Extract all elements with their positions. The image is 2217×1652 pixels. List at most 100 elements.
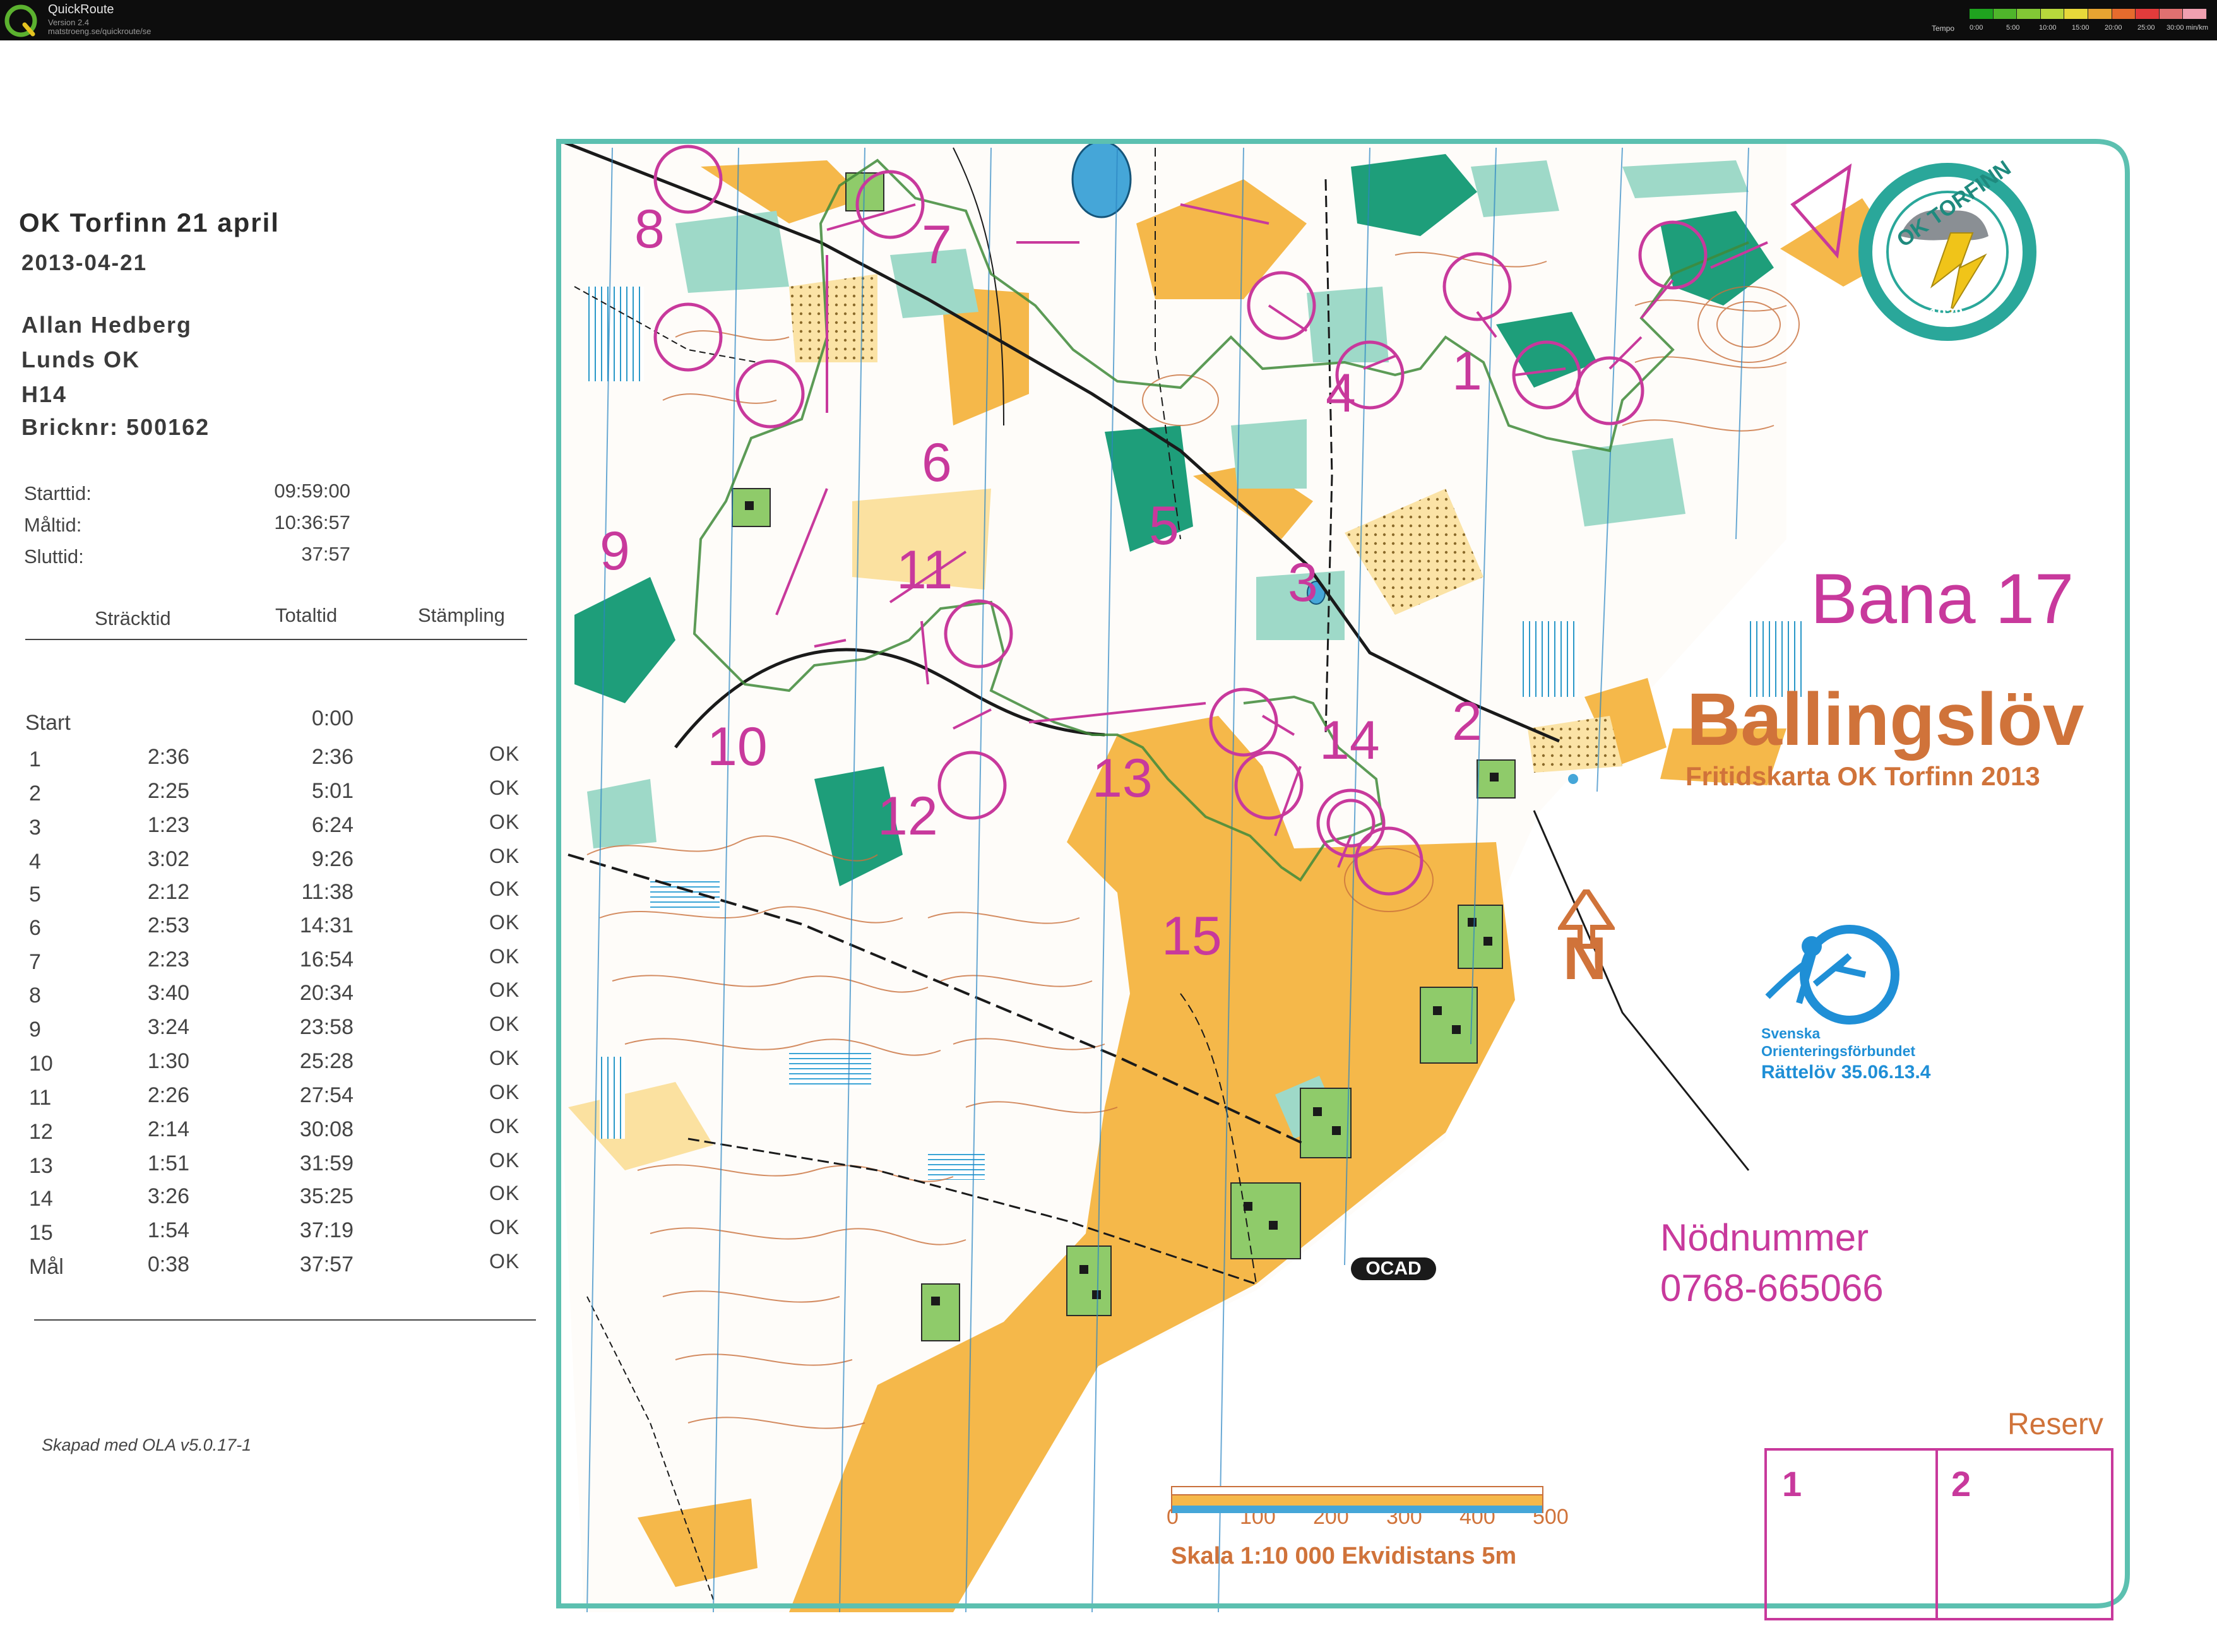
total-time: 23:58: [299, 1015, 354, 1039]
card-number: Bricknr: 500162: [21, 414, 210, 440]
start-time-label: Starttid:: [24, 482, 92, 504]
control-number-label: 2: [1452, 691, 1482, 752]
stamp-status: OK: [489, 1182, 520, 1204]
split-time: 3:24: [147, 1015, 189, 1039]
total-time: 37:57: [299, 1252, 354, 1276]
total-time: 27:54: [299, 1083, 354, 1107]
total-time: 37:19: [299, 1218, 354, 1242]
tempo-color-swatch: [1993, 9, 2018, 19]
split-control: 4: [29, 850, 41, 874]
tempo-tick: 25:00: [2137, 24, 2155, 32]
control-number-label: 3: [1288, 552, 1318, 613]
pond: [1568, 774, 1578, 784]
control-number-label: 7: [922, 215, 952, 275]
total-time: 31:59: [299, 1151, 354, 1175]
split-time: 1:51: [147, 1151, 189, 1175]
tempo-tick: 20:00: [2105, 24, 2122, 32]
split-control: 15: [29, 1221, 53, 1245]
split-time: 2:26: [147, 1083, 189, 1107]
course-title: Bana 17: [1810, 559, 2074, 638]
start-time-value: 09:59:00: [274, 480, 350, 502]
split-time: 2:36: [147, 745, 189, 769]
reserve-box-1: 1: [1782, 1464, 1802, 1504]
split-time: 2:14: [147, 1117, 189, 1141]
federation-name-line1: Svenska: [1761, 1025, 1821, 1042]
start-label: Start: [25, 711, 71, 735]
marsh: [789, 1050, 871, 1088]
split-time: 3:40: [147, 981, 189, 1005]
light-green: [1572, 438, 1685, 526]
light-green: [1622, 160, 1749, 198]
stamp-status: OK: [489, 945, 520, 968]
total-time: 30:08: [299, 1117, 354, 1141]
col-stamp-header: Stämpling: [418, 604, 505, 626]
stamp-status: OK: [489, 811, 520, 833]
stamp-status: OK: [489, 978, 520, 1001]
runner-name: Allan Hedberg: [21, 312, 193, 338]
split-control: 10: [29, 1052, 53, 1076]
control-number-label: 9: [600, 521, 630, 581]
split-control: 5: [29, 882, 41, 906]
tempo-color-swatch: [2064, 9, 2088, 19]
total-time-value: 37:57: [301, 543, 350, 565]
stamp-status: OK: [489, 742, 520, 765]
tempo-color-swatch: [2183, 9, 2207, 19]
start-total: 0:00: [311, 706, 354, 730]
map-place-title: Ballingslöv: [1687, 678, 2084, 761]
control-number-label: 10: [707, 716, 768, 777]
split-control: 6: [29, 916, 41, 940]
split-control: 2: [29, 781, 41, 805]
split-control: 9: [29, 1018, 41, 1042]
tempo-label: Tempo: [1932, 24, 1955, 33]
split-time: 3:26: [147, 1184, 189, 1208]
federation-code: Rättelöv 35.06.13.4: [1761, 1062, 1931, 1083]
lake: [1071, 140, 1132, 218]
split-control: 13: [29, 1154, 53, 1178]
federation-name-line2: Orienteringsförbundet: [1761, 1043, 1916, 1059]
split-time: 2:53: [147, 913, 189, 937]
runner-club: Lunds OK: [21, 347, 140, 372]
total-time: 35:25: [299, 1184, 354, 1208]
stamp-status: OK: [489, 911, 520, 934]
scale-label: Skala 1:10 000 Ekvidistans 5m: [1171, 1543, 1517, 1569]
split-control: 14: [29, 1187, 53, 1211]
tempo-color-swatch: [2017, 9, 2041, 19]
control-number-label: 5: [1149, 496, 1179, 556]
total-time: 2:36: [311, 745, 354, 769]
stamp-status: OK: [489, 877, 520, 900]
club-logo-year: 1938: [1929, 306, 1963, 323]
total-time: 11:38: [301, 880, 354, 904]
emergency-number: 0768-665066: [1660, 1267, 1884, 1309]
north-label: N: [1563, 925, 1607, 992]
footer-divider: [34, 1319, 536, 1321]
split-time: 2:23: [147, 948, 189, 972]
app-url: matstroeng.se/quickroute/se: [48, 27, 152, 36]
split-time: 1:23: [147, 813, 189, 837]
marsh: [1521, 621, 1578, 697]
split-control: 8: [29, 983, 41, 1007]
stamp-status: OK: [489, 1216, 520, 1239]
tempo-tick: 5:00: [2006, 24, 2020, 32]
tempo-color-swatch: [2088, 9, 2112, 19]
control-number-label: 15: [1162, 906, 1222, 966]
col-split-header: Sträcktid: [95, 607, 171, 629]
quickroute-logo-icon: [4, 4, 37, 37]
map-canvas[interactable]: OK Torfinn 21 april 2013-04-21 Allan Hed…: [0, 40, 2217, 1652]
total-time: 6:24: [311, 813, 354, 837]
stamp-status: OK: [489, 1047, 520, 1069]
finish-time-label: Måltid:: [24, 514, 82, 536]
total-time: 14:31: [299, 913, 354, 937]
stamp-status: OK: [489, 845, 520, 867]
ocad-badge: OCAD: [1351, 1257, 1436, 1280]
tempo-tick: 30:00 min/km: [2166, 24, 2209, 32]
rough-open: [789, 274, 877, 362]
tempo-legend: Tempo 0:00 5:00 10:00 15:00 20:00 25:00 …: [1932, 9, 2209, 34]
control-number-label: 6: [922, 432, 952, 493]
tempo-tick: 0:00: [1970, 24, 1983, 32]
split-control: Mål: [29, 1255, 64, 1279]
tempo-color-swatch: [2040, 9, 2065, 19]
reserve-box-frame: 1 2: [1764, 1448, 2113, 1620]
control-number-label: 12: [877, 786, 938, 847]
event-date: 2013-04-21: [21, 251, 148, 275]
split-control: 12: [29, 1120, 53, 1144]
